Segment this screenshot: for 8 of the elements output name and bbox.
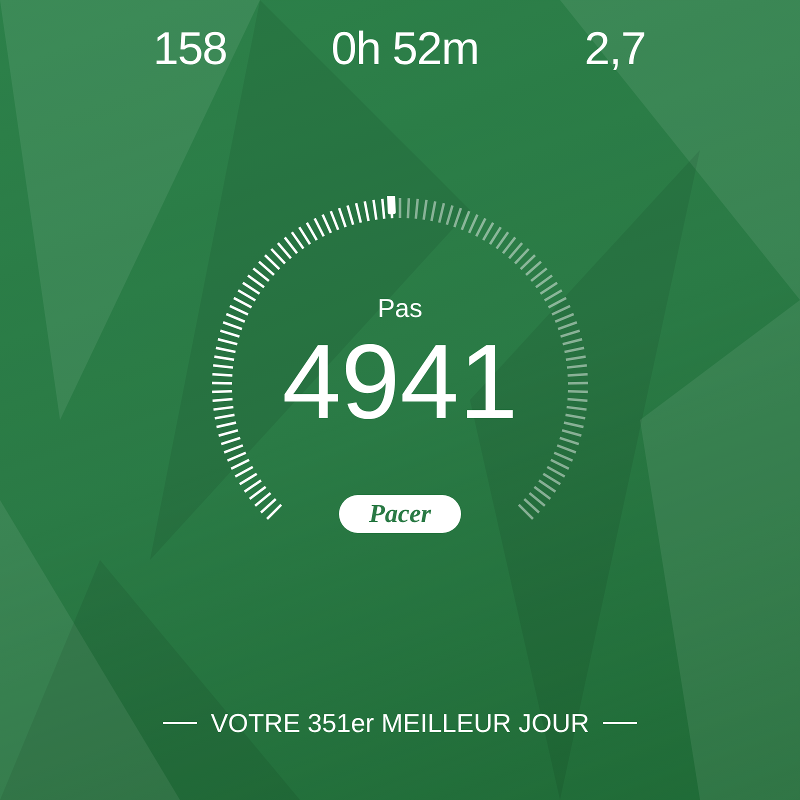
gauge-marker <box>386 196 396 214</box>
stat-value: 158 <box>152 22 228 74</box>
brand-logo[interactable]: Pacer <box>339 495 461 533</box>
stat-value: 2,7 <box>584 22 646 74</box>
stat-value: 0h 52m <box>330 22 480 74</box>
best-day-caption: VOTRE 351er MEILLEUR JOUR <box>210 708 590 738</box>
steps-label: Pas <box>378 293 422 323</box>
steps-count: 4941 <box>282 327 518 437</box>
